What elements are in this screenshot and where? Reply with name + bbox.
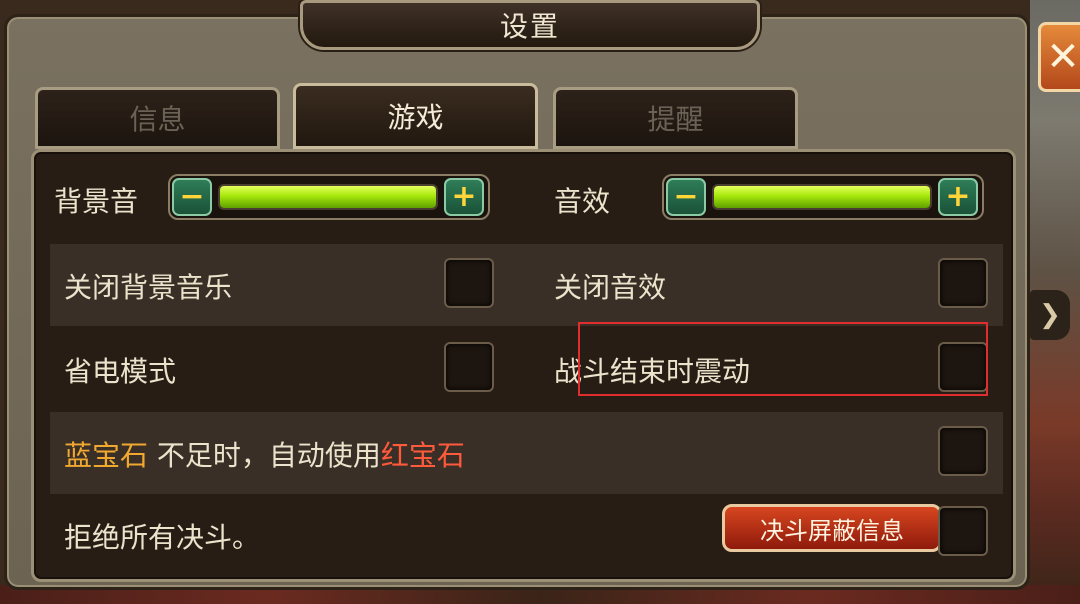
minus-icon: −: [673, 179, 699, 214]
mute-sfx-checkbox[interactable]: [938, 258, 988, 308]
sfx-track[interactable]: [712, 184, 932, 210]
tab-reminder[interactable]: 提醒: [553, 87, 798, 149]
plus-icon: +: [945, 179, 971, 214]
bgm-label: 背景音: [54, 185, 139, 218]
gem-auto-label: 蓝宝石 不足时，自动使用红宝石: [64, 434, 465, 474]
sapphire-text: 蓝宝石: [64, 439, 149, 472]
sfx-label: 音效: [554, 185, 611, 218]
side-arrow-button[interactable]: ❯: [1030, 290, 1070, 340]
sfx-slider[interactable]: − +: [662, 174, 984, 220]
close-button[interactable]: ✕: [1038, 22, 1080, 92]
tab-game[interactable]: 游戏: [293, 83, 538, 149]
bgm-track[interactable]: [218, 184, 438, 210]
gem-auto-checkbox[interactable]: [938, 426, 988, 476]
plus-icon: +: [451, 179, 477, 214]
chevron-right-icon: ❯: [1039, 300, 1061, 330]
tab-info-label: 信息: [129, 103, 186, 136]
highlight-box: [578, 322, 988, 396]
bgm-minus-button[interactable]: −: [172, 178, 212, 216]
bgm-slider[interactable]: − +: [168, 174, 490, 220]
bgm-plus-button[interactable]: +: [444, 178, 484, 216]
audio-row: 背景音 − + 音效 − +: [50, 158, 1003, 240]
refuse-duel-label: 拒绝所有决斗。: [64, 521, 261, 554]
ruby-text: 红宝石: [380, 439, 465, 472]
bgm-fill: [220, 186, 436, 208]
mute-bgm-label: 关闭背景音乐: [64, 271, 233, 304]
tab-reminder-label: 提醒: [647, 103, 704, 136]
power-save-checkbox[interactable]: [444, 342, 494, 392]
duel-block-button-label: 决斗屏蔽信息: [760, 516, 904, 545]
gem-row: 蓝宝石 不足时，自动使用红宝石: [50, 412, 1003, 494]
gem-middle-text: 不足时，自动使用: [148, 439, 381, 472]
sfx-minus-button[interactable]: −: [666, 178, 706, 216]
tab-game-label: 游戏: [387, 101, 444, 134]
sfx-plus-button[interactable]: +: [938, 178, 978, 216]
dialog-title: 设置: [499, 10, 560, 43]
dialog-title-plate: 设置: [300, 0, 760, 50]
close-icon: ✕: [1046, 34, 1080, 80]
duel-block-button[interactable]: 决斗屏蔽信息: [722, 504, 942, 552]
mute-bgm-checkbox[interactable]: [444, 258, 494, 308]
mute-sfx-label: 关闭音效: [554, 271, 667, 304]
power-save-label: 省电模式: [64, 355, 177, 388]
tab-info[interactable]: 信息: [35, 87, 280, 149]
settings-dialog: 信息 游戏 提醒 背景音 − + 音效 − + 关闭背景音乐 关闭音效 省电模式…: [4, 14, 1030, 590]
refuse-duel-checkbox[interactable]: [938, 506, 988, 556]
duel-row: 拒绝所有决斗。 决斗屏蔽信息: [50, 496, 1003, 578]
minus-icon: −: [179, 179, 205, 214]
mute-row: 关闭背景音乐 关闭音效: [50, 244, 1003, 326]
sfx-fill: [714, 186, 930, 208]
